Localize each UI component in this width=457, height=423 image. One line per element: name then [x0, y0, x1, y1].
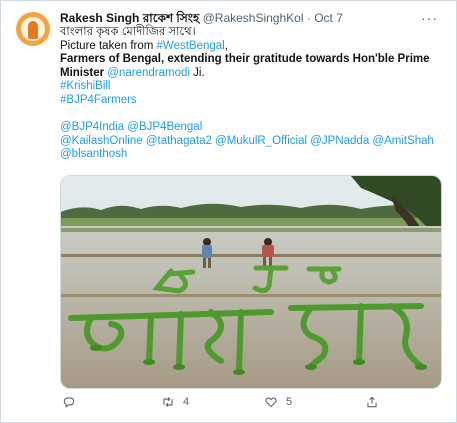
- tweet-header: Rakesh Singh রাকেশ সিংহ @RakeshSinghKol …: [60, 11, 343, 25]
- picture-prefix: Picture taken from: [60, 39, 157, 52]
- hashtag-bjp4farmers[interactable]: #BJP4Farmers: [60, 94, 440, 108]
- reply-button[interactable]: [62, 395, 84, 409]
- avatar[interactable]: [16, 12, 50, 46]
- separator-dot: ·: [306, 11, 311, 25]
- retweet-icon: [163, 396, 173, 408]
- hashtag-krishibill[interactable]: #KrishiBill: [60, 80, 440, 94]
- hashtag-westbengal[interactable]: #WestBengal: [157, 40, 225, 52]
- tweet-card[interactable]: Rakesh Singh রাকেশ সিংহ @RakeshSinghKol …: [0, 0, 457, 423]
- tweet-date[interactable]: Oct 7: [314, 11, 343, 25]
- more-icon[interactable]: ···: [421, 10, 438, 26]
- picture-suffix: ,: [224, 39, 228, 52]
- farmers-field-photo[interactable]: [60, 175, 442, 389]
- mentions-line-2[interactable]: @KailashOnline @tathagata2 @MukulR_Offic…: [60, 135, 440, 149]
- mention-narendramodi[interactable]: @narendramodi: [107, 67, 190, 79]
- ji-text: Ji.: [189, 66, 205, 79]
- picture-line: Picture taken from #WestBengal,: [60, 40, 440, 54]
- share-icon: [367, 396, 377, 408]
- author-name[interactable]: Rakesh Singh রাকেশ সিংহ: [60, 11, 199, 25]
- photo-scene: [61, 176, 441, 388]
- author-handle[interactable]: @RakeshSinghKol: [203, 11, 304, 25]
- like-button[interactable]: 5: [264, 395, 292, 409]
- bold-line-1: Farmers of Bengal, extending their grati…: [60, 53, 430, 66]
- like-count: 5: [286, 396, 293, 408]
- heart-icon: [265, 397, 277, 408]
- reply-icon: [63, 397, 75, 408]
- tweet-text: বাংলার কৃষক মোদীজির সাথে। Picture taken …: [60, 26, 440, 162]
- avatar-figure: [28, 21, 38, 39]
- mentions-line-3[interactable]: @blsanthosh: [60, 148, 440, 162]
- retweet-button[interactable]: 4: [161, 395, 189, 409]
- bengali-line: বাংলার কৃষক মোদীজির সাথে।: [60, 26, 196, 38]
- minister-text: Minister: [60, 66, 105, 79]
- mentions-line-1[interactable]: @BJP4India @BJP4Bengal: [60, 121, 440, 135]
- share-button[interactable]: [365, 395, 379, 409]
- bold-line-2: Minister @narendramodi Ji.: [60, 67, 440, 81]
- retweet-count: 4: [183, 396, 190, 408]
- tweet-actions: 4 5: [60, 395, 440, 413]
